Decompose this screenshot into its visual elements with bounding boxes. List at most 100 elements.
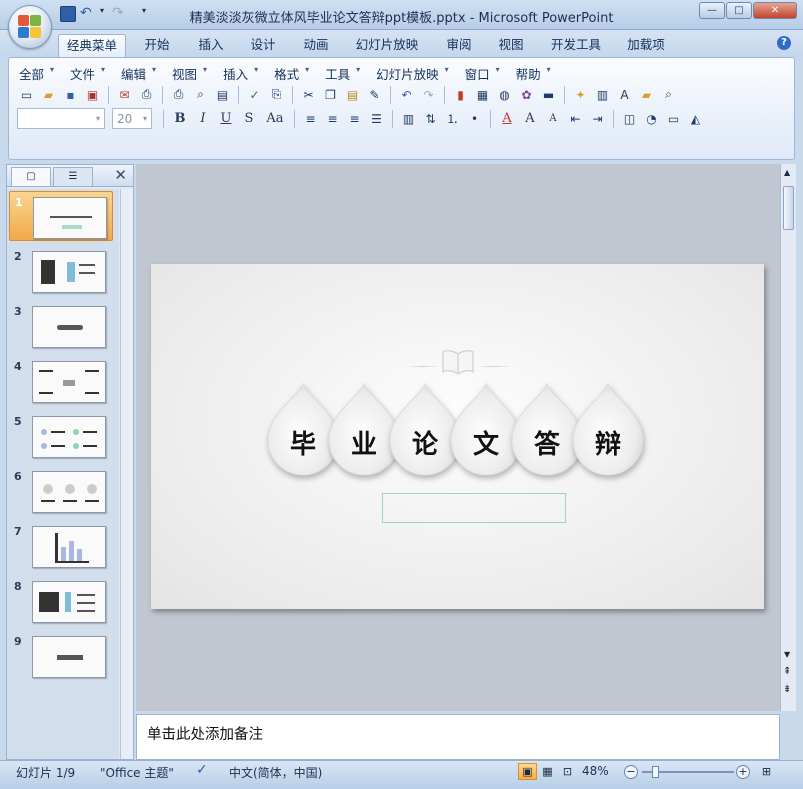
slide-thumbnail[interactable]: 9 [9, 631, 113, 681]
align-center-icon[interactable]: ≡ [323, 109, 342, 128]
shape-fill-icon[interactable]: ◭ [686, 109, 705, 128]
undo-icon[interactable]: ↶ [397, 85, 416, 104]
chart-icon[interactable]: ▮ [451, 85, 470, 104]
slides-scrollbar[interactable] [120, 189, 133, 759]
paste-icon[interactable]: ▤ [343, 85, 362, 104]
numbering-icon[interactable]: ⒈ [443, 109, 462, 128]
tab-home[interactable]: 开始 [136, 34, 178, 57]
slide-thumbnail[interactable]: 4 [9, 356, 113, 406]
notes-pane[interactable]: 单击此处添加备注 [136, 714, 780, 760]
italic-button[interactable]: I [193, 109, 213, 129]
align-right-icon[interactable]: ≡ [345, 109, 364, 128]
clipart-icon[interactable]: ◍ [495, 85, 514, 104]
scroll-thumb[interactable] [783, 186, 794, 230]
close-button[interactable]: ✕ [753, 2, 797, 19]
pane-close-button[interactable]: ✕ [114, 166, 127, 184]
menu-all[interactable]: 全部 [19, 64, 54, 83]
tab-view[interactable]: 视图 [490, 34, 532, 57]
tab-insert[interactable]: 插入 [190, 34, 232, 57]
zoom-level[interactable]: 48% [582, 764, 609, 778]
tab-slideshow[interactable]: 幻灯片放映 [350, 34, 424, 57]
bold-button[interactable]: B [170, 109, 190, 129]
change-case-button[interactable]: Aa [262, 109, 288, 129]
minimize-button[interactable]: — [699, 2, 725, 19]
menu-view[interactable]: 视图 [172, 64, 207, 83]
email-icon[interactable]: ✉ [115, 85, 134, 104]
columns-icon[interactable]: ▥ [399, 109, 418, 128]
menu-tools[interactable]: 工具 [325, 64, 360, 83]
fit-to-window-icon[interactable]: ⊞ [757, 763, 776, 780]
underline-button[interactable]: U [216, 109, 236, 129]
zoom-in-icon[interactable]: + [736, 765, 750, 779]
slide-scrollbar[interactable]: ▲ ▼ ⇞ ⇟ [780, 164, 796, 711]
menu-slideshow[interactable]: 幻灯片放映 [376, 64, 448, 83]
tab-developer[interactable]: 开发工具 [544, 34, 608, 57]
bullets-icon[interactable]: • [465, 109, 484, 128]
arrange-icon[interactable]: ◫ [620, 109, 639, 128]
slide-thumbnail[interactable]: 5 [9, 411, 113, 461]
find-icon[interactable]: ⌕ [659, 85, 678, 104]
open-folder-icon[interactable]: ▰ [637, 85, 656, 104]
slide-sorter-icon[interactable]: ▦ [538, 763, 557, 780]
quick-styles-icon[interactable]: ▭ [664, 109, 683, 128]
slideshow-view-icon[interactable]: ⊡ [558, 763, 577, 780]
textbox-icon[interactable]: A [615, 85, 634, 104]
spelling-icon[interactable]: ✓ [245, 85, 264, 104]
menu-format[interactable]: 格式 [274, 64, 309, 83]
tab-design[interactable]: 设计 [242, 34, 284, 57]
slide-thumbnail[interactable]: 3 [9, 301, 113, 351]
text-direction-icon[interactable]: ⇅ [421, 109, 440, 128]
scroll-down-icon[interactable]: ▼ [784, 650, 790, 659]
research-book-icon[interactable]: ⎘ [267, 85, 286, 104]
current-slide[interactable]: 毕 业 论 文 答 辩 [151, 264, 764, 609]
font-color-button[interactable]: A [497, 109, 517, 129]
decrease-indent-icon[interactable]: ⇤ [566, 109, 585, 128]
menu-help[interactable]: 帮助 [516, 64, 551, 83]
menu-window[interactable]: 窗口 [465, 64, 500, 83]
spellcheck-icon[interactable]: ✓ [196, 762, 208, 778]
slide-thumbnail[interactable]: 8 [9, 576, 113, 626]
tab-animation[interactable]: 动画 [295, 34, 337, 57]
permission-icon[interactable]: ▣ [83, 85, 102, 104]
layout-icon[interactable]: ▥ [593, 85, 612, 104]
zoom-slider[interactable]: − + [624, 763, 750, 781]
help-icon[interactable]: ? [777, 36, 791, 50]
format-painter-icon[interactable]: ✎ [365, 85, 384, 104]
tab-review[interactable]: 审阅 [438, 34, 480, 57]
grow-font-button[interactable]: A [520, 109, 540, 129]
tab-outline-icon[interactable]: ☰ [53, 167, 93, 186]
open-icon[interactable]: ▰ [39, 85, 58, 104]
align-left-icon[interactable]: ≡ [301, 109, 320, 128]
office-button[interactable] [8, 5, 52, 49]
print-icon[interactable]: ⎙ [169, 85, 188, 104]
research-icon[interactable]: ▤ [213, 85, 232, 104]
tab-classic-menu[interactable]: 经典菜单 [58, 34, 126, 57]
shadow-button[interactable]: S [239, 109, 259, 129]
fill-color-icon[interactable]: ▬ [539, 85, 558, 104]
maximize-button[interactable]: □ [726, 2, 752, 19]
smartart-icon[interactable]: ✿ [517, 85, 536, 104]
menu-edit[interactable]: 编辑 [121, 64, 156, 83]
shapes-icon[interactable]: ◔ [642, 109, 661, 128]
tab-slides-icon[interactable]: ▢ [11, 167, 51, 186]
menu-insert[interactable]: 插入 [223, 64, 258, 83]
print-preview-icon[interactable]: ⌕ [191, 85, 210, 104]
slide-thumbnail[interactable]: 1 [9, 191, 113, 241]
font-name-combo[interactable]: ▾ [17, 108, 105, 129]
tab-addins[interactable]: 加载项 [620, 34, 672, 57]
zoom-thumb[interactable] [652, 766, 659, 778]
save-icon[interactable]: ▪ [61, 85, 80, 104]
next-slide-icon[interactable]: ⇟ [783, 684, 791, 695]
new-icon[interactable]: ▭ [17, 85, 36, 104]
font-size-combo[interactable]: 20 ▾ [112, 108, 152, 129]
subtitle-placeholder[interactable] [382, 493, 566, 523]
previous-slide-icon[interactable]: ⇞ [783, 666, 791, 677]
justify-icon[interactable]: ☰ [367, 109, 386, 128]
copy-icon[interactable]: ❐ [321, 85, 340, 104]
language-indicator[interactable]: 中文(简体，中国) [229, 764, 322, 781]
scroll-up-icon[interactable]: ▲ [784, 168, 790, 177]
new-slide-icon[interactable]: ✦ [571, 85, 590, 104]
menu-file[interactable]: 文件 [70, 64, 105, 83]
slide-thumbnail[interactable]: 7 [9, 521, 113, 571]
publish-icon[interactable]: ⎙ [137, 85, 156, 104]
